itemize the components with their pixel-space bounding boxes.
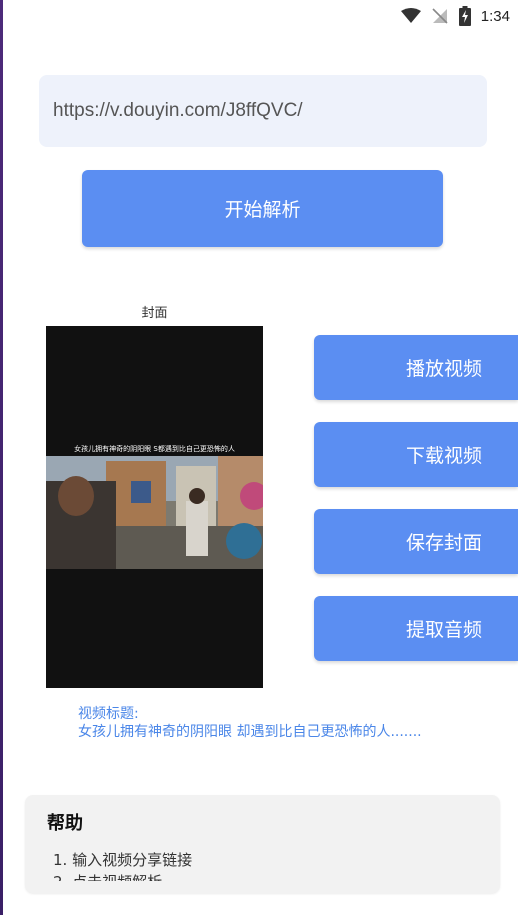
help-title: 帮助 <box>47 813 83 834</box>
wifi-icon <box>400 8 421 23</box>
url-input[interactable]: https://v.douyin.com/J8ffQVC/ <box>39 75 487 147</box>
battery-charging-icon <box>458 6 471 26</box>
cover-subtitle: 女孩儿拥有神奇的阴阳眼 S都遇到比自己更恐怖的人 <box>74 445 235 453</box>
video-title-text: 女孩儿拥有神奇的阴阳眼 却遇到比自己更恐怖的人....... <box>78 724 422 740</box>
help-card: 帮助 1. 输入视频分享链接 2. 点击视频解析 <box>25 795 500 893</box>
parse-button[interactable]: 开始解析 <box>82 170 443 247</box>
cover-label: 封面 <box>141 306 168 321</box>
save-cover-button[interactable]: 保存封面 <box>314 509 518 574</box>
download-video-button[interactable]: 下载视频 <box>314 422 518 487</box>
cover-scene-image <box>46 456 263 569</box>
play-video-button[interactable]: 播放视频 <box>314 335 518 400</box>
help-step: 2. 点击视频解析 <box>53 871 483 881</box>
left-window-edge <box>0 0 3 915</box>
cover-image[interactable]: 女孩儿拥有神奇的阴阳眼 S都遇到比自己更恐怖的人 <box>46 326 263 688</box>
status-time: 1:34 <box>480 7 510 25</box>
no-signal-icon <box>432 8 448 24</box>
video-title-label: 视频标题: <box>78 706 139 722</box>
help-step: 1. 输入视频分享链接 <box>53 851 193 869</box>
status-bar: 1:34 <box>358 0 518 32</box>
video-title-block: 视频标题: 女孩儿拥有神奇的阴阳眼 却遇到比自己更恐怖的人....... <box>78 705 498 741</box>
help-steps[interactable]: 1. 输入视频分享链接 2. 点击视频解析 <box>53 849 483 881</box>
extract-audio-button[interactable]: 提取音频 <box>314 596 518 661</box>
